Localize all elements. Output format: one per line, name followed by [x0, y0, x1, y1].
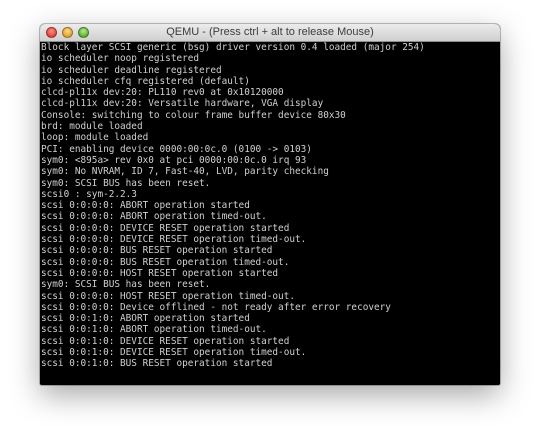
console-line: sym0: SCSI BUS has been reset.	[41, 177, 211, 189]
console-line: scsi 0:0:0:0: BUS RESET operation starte…	[41, 245, 273, 257]
console-line: loop: module loaded	[41, 132, 149, 144]
console-line: scsi 0:0:0:0: ABORT operation started	[41, 200, 250, 212]
console-line: clcd-pl11x dev:20: PL110 rev0 at 0x10120…	[41, 87, 284, 99]
console-line: scsi 0:0:0:0: BUS RESET operation timed-…	[41, 256, 290, 268]
console-line: scsi 0:0:0:0: HOST RESET operation timed…	[41, 290, 295, 302]
window-title: QEMU - (Press ctrl + alt to release Mous…	[166, 26, 374, 38]
console-line: sym0: <895a> rev 0x0 at pci 0000:00:0c.0…	[41, 154, 307, 166]
console-line: scsi 0:0:0:0: ABORT operation timed-out.	[41, 211, 267, 223]
console-line: sym0: SCSI BUS has been reset.	[41, 279, 211, 291]
console-line: scsi 0:0:1:0: DEVICE RESET operation sta…	[41, 335, 290, 347]
title-bar[interactable]: QEMU - (Press ctrl + alt to release Mous…	[40, 24, 500, 42]
console-line: scsi 0:0:1:0: DEVICE RESET operation tim…	[41, 347, 307, 359]
console-line: scsi 0:0:0:0: DEVICE RESET operation sta…	[41, 222, 290, 234]
console-line: scsi 0:0:0:0: Device offlined - not read…	[41, 301, 391, 313]
console-line: PCI: enabling device 0000:00:0c.0 (0100 …	[41, 143, 312, 155]
console-line: sym0: No NVRAM, ID 7, Fast-40, LVD, pari…	[41, 166, 329, 178]
console-line: scsi 0:0:1:0: BUS RESET operation starte…	[41, 358, 273, 370]
console-line: scsi0 : sym-2.2.3	[41, 188, 137, 200]
qemu-window: QEMU - (Press ctrl + alt to release Mous…	[40, 24, 500, 385]
console-line: scsi 0:0:0:0: DEVICE RESET operation tim…	[41, 234, 307, 246]
emulator-screen[interactable]: Block layer SCSI generic (bsg) driver ve…	[40, 42, 500, 385]
console-line: scsi 0:0:0:0: HOST RESET operation start…	[41, 267, 279, 279]
console-line: Block layer SCSI generic (bsg) driver ve…	[41, 42, 425, 53]
console-line: Console: switching to colour frame buffe…	[41, 109, 346, 121]
console-line: clcd-pl11x dev:20: Versatile hardware, V…	[41, 98, 324, 110]
console-line: io scheduler deadline registered	[41, 64, 222, 76]
console-line: io scheduler noop registered	[41, 53, 200, 65]
console-line: brd: module loaded	[41, 121, 143, 133]
console-line: scsi 0:0:1:0: ABORT operation timed-out.	[41, 324, 267, 336]
console-line: io scheduler cfq registered (default)	[41, 75, 250, 87]
console-line: scsi 0:0:1:0: ABORT operation started	[41, 313, 250, 325]
